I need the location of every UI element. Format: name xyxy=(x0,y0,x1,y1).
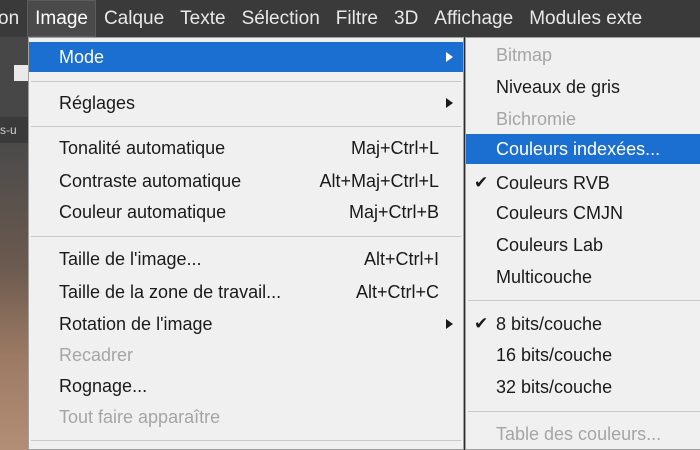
menu-3d[interactable]: 3D xyxy=(386,0,426,37)
menu-item-shortcut: Maj+Ctrl+L xyxy=(350,138,439,158)
mode-item-couleurs-indexees[interactable]: Couleurs indexées... xyxy=(466,134,700,164)
menu-item-recadrer: Recadrer xyxy=(29,340,463,370)
menu-item-couleur-automatique[interactable]: Couleur automatique Maj+Ctrl+B xyxy=(29,197,463,227)
menu-item-taille-image[interactable]: Taille de l'image... Alt+Ctrl+I xyxy=(29,244,463,274)
checkmark-icon: ✔ xyxy=(474,314,489,333)
menu-item-tonalite-automatique[interactable]: Tonalité automatique Maj+Ctrl+L xyxy=(29,133,463,163)
mode-item-16-bits[interactable]: 16 bits/couche xyxy=(466,340,700,370)
menu-item-tout-faire-apparaitre: Tout faire apparaître xyxy=(29,402,463,432)
mode-item-label: Multicouche xyxy=(496,267,593,287)
mode-item-32-bits[interactable]: 32 bits/couche xyxy=(466,372,700,402)
menu-item-label: Réglages xyxy=(59,93,136,113)
menu-modules-externes[interactable]: Modules exte xyxy=(521,0,650,37)
menu-item-reglages[interactable]: Réglages xyxy=(29,88,463,118)
mode-item-label: Niveaux de gris xyxy=(496,77,621,97)
mode-item-label: 32 bits/couche xyxy=(496,377,613,397)
mode-item-table-des-couleurs: Table des couleurs... xyxy=(466,419,700,449)
menu-item-rognage[interactable]: Rognage... xyxy=(29,371,463,401)
mode-item-8-bits[interactable]: ✔ 8 bits/couche xyxy=(466,309,700,339)
menu-selection[interactable]: Sélection xyxy=(234,0,328,37)
mode-item-label: 16 bits/couche xyxy=(496,345,613,365)
menu-item-label: Couleur automatique xyxy=(59,202,227,222)
menu-item-label: Recadrer xyxy=(59,345,134,365)
menu-separator xyxy=(31,81,461,82)
menu-bar: on Image Calque Texte Sélection Filtre 3… xyxy=(0,0,700,37)
menu-item-contraste-automatique[interactable]: Contraste automatique Alt+Maj+Ctrl+L xyxy=(29,166,463,196)
menu-item-shortcut: Alt+Ctrl+I xyxy=(363,249,439,269)
mode-item-bitmap: Bitmap xyxy=(466,40,700,70)
image-menu: Mode Réglages Tonalité automatique Maj+C… xyxy=(28,37,464,450)
menu-item-label: Taille de la zone de travail... xyxy=(59,282,282,302)
menu-item-label: Contraste automatique xyxy=(59,171,242,191)
document-tab-label: s-u xyxy=(0,123,17,137)
mode-item-label: 8 bits/couche xyxy=(496,314,603,334)
checkmark-icon: ✔ xyxy=(474,173,489,192)
menu-item-label: Mode xyxy=(59,47,105,67)
menu-item-shortcut: Alt+Ctrl+C xyxy=(355,282,439,302)
menu-item-label: Taille de l'image... xyxy=(59,249,202,269)
mode-item-couleurs-cmjn[interactable]: Couleurs CMJN xyxy=(466,198,700,228)
menu-affichage[interactable]: Affichage xyxy=(426,0,521,37)
menu-filtre[interactable]: Filtre xyxy=(328,0,386,37)
mode-item-label: Table des couleurs... xyxy=(496,424,662,444)
menu-item-taille-zone-travail[interactable]: Taille de la zone de travail... Alt+Ctrl… xyxy=(29,277,463,307)
mode-item-label: Couleurs RVB xyxy=(496,173,610,193)
menu-separator xyxy=(468,411,700,412)
photoshop-window: s-u on Image Calque Texte Sélection Filt… xyxy=(0,0,700,450)
mode-item-multicouche[interactable]: Multicouche xyxy=(466,262,700,292)
mode-item-label: Bichromie xyxy=(496,109,577,129)
menu-texte[interactable]: Texte xyxy=(172,0,233,37)
tool-preset-icon[interactable] xyxy=(14,65,28,81)
mode-item-couleurs-rvb[interactable]: ✔ Couleurs RVB xyxy=(466,168,700,198)
menu-item-shortcut: Alt+Maj+Ctrl+L xyxy=(319,171,439,191)
submenu-arrow-icon xyxy=(446,52,453,62)
mode-item-label: Couleurs CMJN xyxy=(496,203,624,223)
menu-separator xyxy=(31,236,461,237)
mode-submenu: Bitmap Niveaux de gris Bichromie Couleur… xyxy=(465,37,700,450)
mode-item-bichromie: Bichromie xyxy=(466,104,700,134)
menu-calque[interactable]: Calque xyxy=(96,0,172,37)
menu-image[interactable]: Image xyxy=(27,0,96,37)
menu-item-label: Tout faire apparaître xyxy=(59,407,221,427)
menu-item-mode[interactable]: Mode xyxy=(29,42,463,72)
menu-item-rotation-image[interactable]: Rotation de l'image xyxy=(29,309,463,339)
mode-item-label: Bitmap xyxy=(496,45,553,65)
mode-item-couleurs-lab[interactable]: Couleurs Lab xyxy=(466,230,700,260)
menu-item-label: Rotation de l'image xyxy=(59,314,213,334)
mode-item-label: Couleurs indexées... xyxy=(496,139,661,159)
menu-separator xyxy=(468,300,700,301)
submenu-arrow-icon xyxy=(446,98,453,108)
menu-separator xyxy=(31,440,461,441)
mode-item-label: Couleurs Lab xyxy=(496,235,604,255)
menu-item-label: Tonalité automatique xyxy=(59,138,226,158)
mode-item-niveaux-de-gris[interactable]: Niveaux de gris xyxy=(466,72,700,102)
menu-separator xyxy=(31,126,461,127)
submenu-arrow-icon xyxy=(446,319,453,329)
menu-item-shortcut: Maj+Ctrl+B xyxy=(348,202,439,222)
menu-modules-on[interactable]: on xyxy=(0,0,27,37)
menu-item-label: Rognage... xyxy=(59,376,148,396)
